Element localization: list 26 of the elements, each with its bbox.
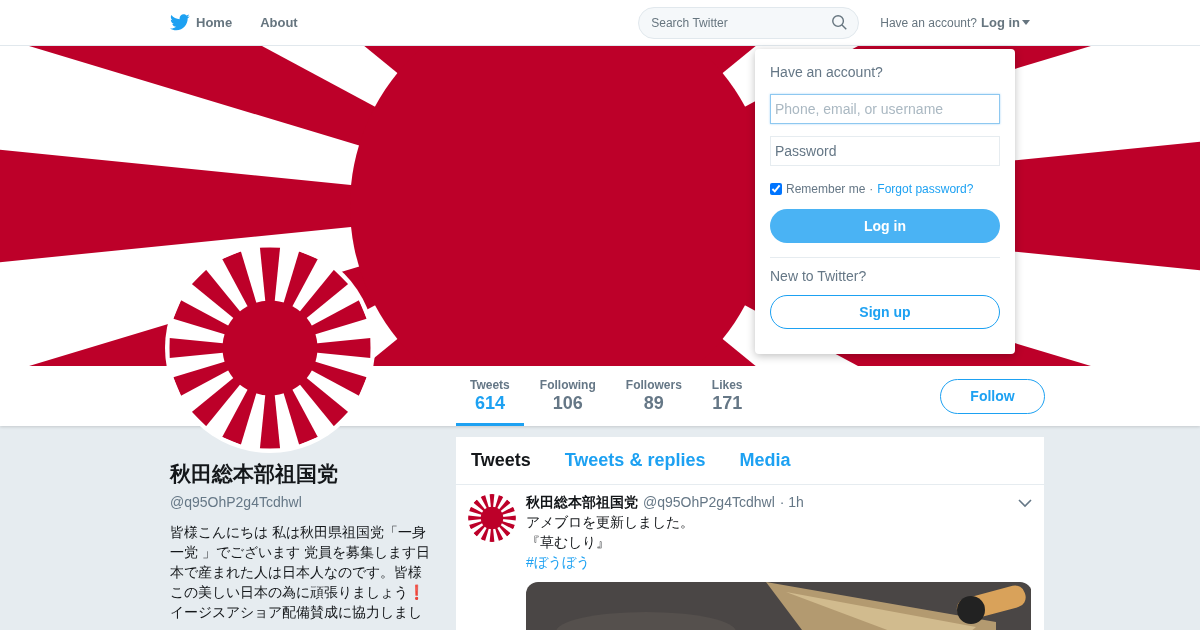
tweet-author: 秋田総本部祖国党: [526, 494, 638, 512]
tweet-text: アメブロを更新しました。: [526, 513, 695, 532]
profile-bio: 皆様こんにちは 私は秋田県祖国党「一身一党 」でございます 党員を募集します日本で産まれた人は日本人なのです。皆様この美しい日本の為に頑張りましょう❗イージスアショア配備賛成に協力しまし: [170, 523, 430, 622]
timeline-tab[interactable]: Tweets: [471, 450, 531, 471]
timeline-tab[interactable]: Tweets & replies: [564, 450, 706, 471]
stat-tab[interactable]: Likes 171: [697, 366, 757, 426]
stat-tab[interactable]: Tweets 614: [456, 366, 524, 426]
stat-tab[interactable]: Following 106: [525, 366, 610, 426]
tweet-handle: @q95OhP2g4Tcdhwl: [643, 494, 775, 510]
nav-link[interactable]: About: [260, 15, 298, 30]
nav-link[interactable]: Home: [170, 14, 233, 31]
account-prompt: Have an account?: [880, 15, 977, 30]
tweet-time: · 1h: [779, 494, 804, 510]
search-icon: [831, 13, 849, 31]
stat-tab[interactable]: Followers 89: [611, 366, 696, 426]
follow-button[interactable]: Follow: [940, 378, 1045, 414]
profile-name: 秋田総本部祖国党: [170, 461, 339, 487]
chevron-down-icon[interactable]: [1018, 498, 1032, 508]
hashtag-link[interactable]: #ぼうぼう: [526, 552, 1032, 572]
search-field[interactable]: Search Twitter: [638, 6, 860, 39]
login-link[interactable]: Log in: [981, 15, 1030, 30]
tweet-text: 『草むしり』: [526, 533, 611, 552]
timeline-tab[interactable]: Media: [739, 450, 791, 471]
caret-icon: [1022, 20, 1030, 25]
bird-icon: [170, 14, 190, 31]
profile-handle: @q95OhP2g4Tcdhwl: [170, 494, 303, 510]
